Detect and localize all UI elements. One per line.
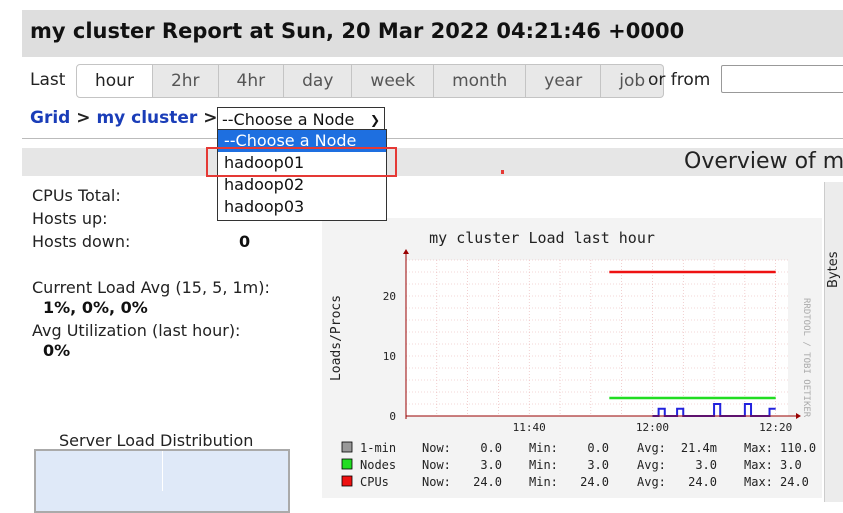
overview-title: Overview of m — [684, 149, 843, 174]
tab-week[interactable]: week — [352, 64, 435, 98]
legend-max-value: 3.0 — [780, 458, 802, 472]
bytes-axis-label: Bytes — [826, 251, 841, 288]
graph-title: my cluster Load last hour — [429, 229, 655, 247]
range-label: Last — [30, 70, 66, 90]
legend-min-value: 3.0 — [587, 458, 609, 472]
breadcrumb-grid-link[interactable]: Grid — [30, 108, 70, 128]
legend-avg-label: Avg: — [637, 441, 666, 455]
y-tick-label: 20 — [383, 290, 396, 303]
hosts-down-value: 0 — [239, 232, 251, 251]
legend-avg-value: 3.0 — [695, 458, 717, 472]
breadcrumb-separator: > — [203, 108, 218, 128]
legend-avg-value: 21.4m — [681, 441, 717, 455]
or-from-label: or from — [648, 70, 711, 90]
hosts-down-label: Hosts down: — [32, 232, 131, 251]
utilization-value: 0% — [43, 341, 71, 360]
distribution-divider — [162, 451, 163, 491]
tab-4hr[interactable]: 4hr — [218, 64, 285, 98]
tab-year[interactable]: year — [526, 64, 602, 98]
cpus-total-label: CPUs Total: — [32, 186, 121, 205]
x-tick-label: 12:20 — [759, 421, 792, 434]
legend-now-value: 24.0 — [473, 475, 502, 489]
rrdtool-watermark: RRDTOOL / TOBI OETIKER — [801, 298, 811, 418]
legend-min-label: Min: — [529, 441, 558, 455]
legend-max-label: Max: — [744, 441, 773, 455]
cluster-load-graph[interactable]: my cluster Load last hour Loads/Procs RR… — [322, 218, 822, 498]
legend-swatch — [341, 441, 353, 453]
legend-max-value: 24.0 — [780, 475, 809, 489]
breadcrumb: Grid > my cluster > — [30, 108, 218, 128]
legend-swatch — [341, 475, 353, 487]
node-select-value: --Choose a Node — [222, 110, 355, 129]
page-title: my cluster Report at Sun, 20 Mar 2022 04… — [30, 19, 685, 43]
legend-min-value: 0.0 — [587, 441, 609, 455]
plot-area — [406, 260, 788, 416]
hosts-up-label: Hosts up: — [32, 209, 108, 228]
x-tick-label: 11:40 — [513, 421, 546, 434]
legend-now-label: Now: — [422, 441, 451, 455]
load-avg-value: 1%, 0%, 0% — [43, 298, 148, 317]
load-avg-label: Current Load Avg (15, 5, 1m): — [32, 278, 270, 297]
legend-now-label: Now: — [422, 475, 451, 489]
utilization-label: Avg Utilization (last hour): — [32, 321, 241, 340]
legend-min-label: Min: — [529, 458, 558, 472]
range-tabs: hour 2hr 4hr day week month year job — [76, 64, 665, 98]
legend-avg-label: Avg: — [637, 458, 666, 472]
legend-max-label: Max: — [744, 458, 773, 472]
y-tick-label: 10 — [383, 350, 396, 363]
from-date-input[interactable] — [721, 65, 843, 93]
legend-series-name: CPUs — [360, 475, 389, 489]
tab-day[interactable]: day — [284, 64, 353, 98]
node-select[interactable]: --Choose a Node ❯ — [217, 107, 385, 131]
legend-series-name: 1-min — [360, 441, 396, 455]
y-axis-label: Loads/Procs — [329, 295, 344, 381]
legend-max-value: 110.0 — [780, 441, 816, 455]
red-marker — [501, 170, 504, 174]
legend-min-value: 24.0 — [580, 475, 609, 489]
legend-avg-value: 24.0 — [688, 475, 717, 489]
legend-series-name: Nodes — [360, 458, 396, 472]
node-option-hadoop02[interactable]: hadoop02 — [218, 174, 386, 196]
legend-min-label: Min: — [529, 475, 558, 489]
breadcrumb-separator: > — [76, 108, 91, 128]
legend-swatch — [341, 458, 353, 470]
breadcrumb-cluster-link[interactable]: my cluster — [96, 108, 197, 128]
tab-month[interactable]: month — [434, 64, 527, 98]
divider — [22, 138, 843, 139]
tab-hour[interactable]: hour — [76, 64, 153, 98]
y-tick-label: 0 — [389, 410, 396, 423]
tab-2hr[interactable]: 2hr — [152, 64, 219, 98]
server-load-distribution-title: Server Load Distribution — [59, 431, 254, 450]
legend-now-label: Now: — [422, 458, 451, 472]
legend-now-value: 0.0 — [480, 441, 502, 455]
legend-avg-label: Avg: — [637, 475, 666, 489]
highlight-box — [206, 147, 397, 177]
legend-now-value: 3.0 — [480, 458, 502, 472]
x-tick-label: 12:00 — [636, 421, 669, 434]
network-graph-partial — [824, 182, 843, 502]
node-option-hadoop03[interactable]: hadoop03 — [218, 196, 386, 218]
legend-max-label: Max: — [744, 475, 773, 489]
